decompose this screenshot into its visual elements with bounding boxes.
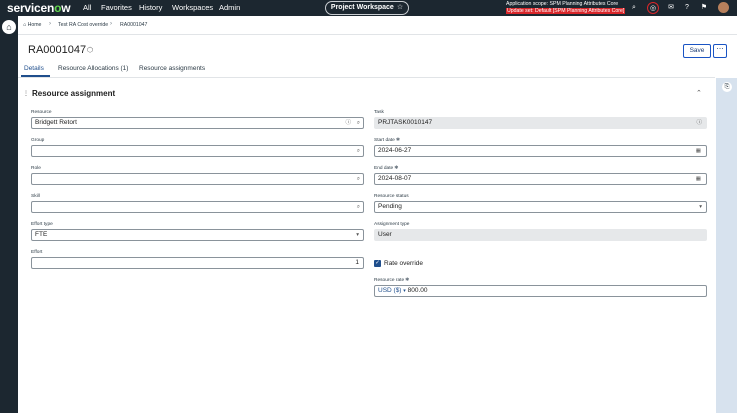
info-icon[interactable]: ⓘ (345, 118, 351, 128)
chat-icon[interactable]: ✉ (665, 2, 677, 14)
calendar-icon[interactable]: ▦ (696, 146, 701, 156)
rate-override-label: Rate override (384, 260, 424, 267)
breadcrumb-test-ra[interactable]: Test RA Cost override (58, 22, 108, 28)
application-scope[interactable]: Application scope: SPM Planning Attribut… (506, 1, 626, 15)
tab-resource-allocations[interactable]: Resource Allocations (1) (58, 65, 128, 72)
resource-rate-label: Resource rate✱ (374, 278, 410, 283)
left-rail: ⌂ (0, 16, 18, 413)
search-icon[interactable]: ⌕ (357, 174, 360, 184)
divider (18, 77, 715, 78)
home-icon[interactable]: ⌂ (2, 20, 16, 34)
task-label: Task (374, 110, 384, 115)
attachment-icon[interactable]: ⎘ (722, 82, 732, 92)
nav-workspaces[interactable]: Workspaces (172, 3, 213, 12)
chevron-right-icon: › (49, 21, 51, 27)
project-workspace-button[interactable]: Project Workspace ☆ (325, 1, 409, 15)
avatar[interactable] (718, 2, 729, 13)
effort-type-label: Effort type (31, 222, 53, 227)
resource-status-label: Resource status (374, 194, 409, 199)
record-title: RA0001047 (28, 44, 87, 56)
task-field: PRJTASK0010147 ⓘ (374, 117, 707, 129)
caret-down-icon: ▾ (699, 204, 702, 210)
role-field[interactable]: ⌕ (31, 173, 364, 185)
required-icon: ✱ (394, 166, 399, 171)
currency-select[interactable]: USD ($) (378, 287, 401, 294)
section-title: Resource assignment (32, 89, 116, 98)
group-label: Group (31, 138, 45, 143)
resource-status-select[interactable]: Pending ▾ (374, 201, 707, 213)
breadcrumb: ⌂ Home › Test RA Cost override › RA00010… (18, 16, 737, 35)
help-icon[interactable]: ? (681, 2, 693, 14)
resource-rate-value[interactable]: 800.00 (408, 287, 428, 294)
end-date-field[interactable]: 2024-08-07 ▦ (374, 173, 707, 185)
breadcrumb-home[interactable]: ⌂ Home (23, 22, 41, 28)
start-date-label: Start date✱ (374, 138, 400, 143)
resource-rate-field[interactable]: USD ($) ▾ 800.00 (374, 285, 707, 297)
drag-handle-icon[interactable]: ⋮ (23, 90, 29, 97)
caret-down-icon: ▾ (356, 232, 359, 238)
search-icon[interactable]: ⌕ (357, 146, 360, 156)
skill-field[interactable]: ⌕ (31, 201, 364, 213)
resource-label: Resource (31, 110, 52, 115)
role-label: Role (31, 166, 41, 171)
assignment-type-field: User (374, 229, 707, 241)
nav-admin[interactable]: Admin (219, 3, 240, 12)
nav-favorites[interactable]: Favorites (101, 3, 132, 12)
chevron-up-icon[interactable]: ⌃ (696, 89, 702, 97)
end-date-label: End date✱ (374, 166, 399, 171)
rate-override-checkbox[interactable]: ✓ (374, 260, 381, 267)
bell-icon[interactable]: ⚑ (698, 2, 710, 14)
required-icon: ✱ (395, 138, 400, 143)
info-icon[interactable]: ⓘ (696, 118, 702, 128)
resource-field[interactable]: Bridgett Retort ⓘ ⌕ (31, 117, 364, 129)
effort-field[interactable]: 1 (31, 257, 364, 269)
group-field[interactable]: ⌕ (31, 145, 364, 157)
globe-icon[interactable]: ◎ (647, 2, 659, 14)
breadcrumb-current: RA0001047 (120, 22, 148, 28)
search-icon[interactable]: ⌕ (357, 202, 360, 212)
calendar-icon[interactable]: ▦ (696, 174, 701, 184)
top-nav: servicenow All Favorites History Workspa… (0, 0, 737, 16)
chevron-right-icon: › (110, 21, 112, 27)
skill-label: Skill (31, 194, 40, 199)
effort-type-select[interactable]: FTE ▾ (31, 229, 364, 241)
assignment-type-label: Assignment type (374, 222, 410, 227)
tab-details[interactable]: Details (24, 65, 44, 72)
star-icon: ☆ (396, 4, 404, 11)
servicenow-logo[interactable]: servicenow (7, 1, 71, 15)
required-icon: ✱ (405, 278, 410, 283)
tab-resource-assignments[interactable]: Resource assignments (139, 65, 205, 72)
contextual-side-panel (716, 78, 737, 413)
save-button[interactable]: Save (683, 44, 711, 58)
more-options-button[interactable]: ⋯ (713, 44, 727, 58)
caret-down-icon: ▾ (403, 288, 406, 294)
nav-all[interactable]: All (83, 3, 91, 12)
search-icon[interactable]: ⌕ (628, 2, 640, 14)
effort-label: Effort (31, 250, 43, 255)
tag-icon[interactable]: ⬡ (87, 46, 93, 54)
search-icon[interactable]: ⌕ (357, 118, 360, 128)
start-date-field[interactable]: 2024-06-27 ▦ (374, 145, 707, 157)
nav-history[interactable]: History (139, 3, 162, 12)
